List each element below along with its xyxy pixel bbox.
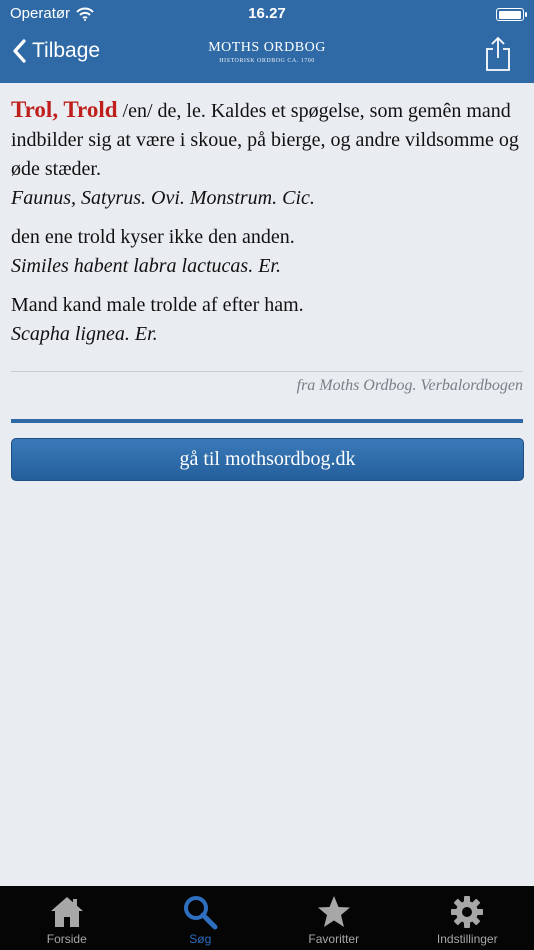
example-latin: Similes habent labra lactucas. Er. [11,255,281,277]
tab-indstillinger[interactable]: Indstillinger [401,886,534,950]
navigation-bar: Tilbage MOTHS ORDBOG HISTORISK ORDBOG CA… [0,28,534,83]
example-text: Mand kand male trolde af efter ham. [11,294,304,316]
share-button[interactable] [484,36,512,77]
definition-latin: Faunus, Satyrus. Ovi. Monstrum. Cic. [11,187,315,209]
tab-sog[interactable]: Søg [134,886,268,950]
example-text: den ene trold kyser ikke den anden. [11,226,295,248]
example-latin: Scapha lignea. Er. [11,323,158,345]
app-logo: MOTHS ORDBOG HISTORISK ORDBOG CA. 1700 [0,40,534,64]
example-block: den ene trold kyser ikke den anden. Simi… [11,223,523,281]
open-website-button[interactable]: gå til mothsordbog.dk [11,438,524,481]
clock: 16.27 [248,5,286,22]
tab-favoritter[interactable]: Favoritter [267,886,401,950]
section-divider [11,419,523,423]
battery-icon [496,8,527,21]
home-icon [50,897,83,927]
gear-icon [451,896,484,928]
share-icon [486,36,510,71]
status-bar: Operatør 16.27 [0,0,534,28]
headword: Trol, Trold [11,97,118,122]
dictionary-entry: Trol, Trold /en/ de, le. Kaldes et spøge… [11,95,523,349]
tab-label: Favoritter [308,932,360,946]
tab-label: Indstillinger [436,932,498,946]
entry-content: Trol, Trold /en/ de, le. Kaldes et spøge… [11,95,524,481]
example-block: Mand kand male trolde af efter ham. Scap… [11,291,523,349]
divider [11,371,523,372]
search-icon [184,896,218,930]
star-icon [317,896,350,927]
tab-label: Søg [189,932,212,946]
logo-title: MOTHS ORDBOG [208,40,326,55]
tab-label: Forside [46,932,87,946]
entry-source: fra Moths Ordbog. Verbalordbogen [296,377,523,394]
entry-definition-block: Trol, Trold /en/ de, le. Kaldes et spøge… [11,95,523,213]
logo-subtitle: HISTORISK ORDBOG CA. 1700 [219,58,315,64]
tab-bar: Forside Søg Favoritter Indstillinger [0,886,534,950]
tab-forside[interactable]: Forside [0,886,134,950]
